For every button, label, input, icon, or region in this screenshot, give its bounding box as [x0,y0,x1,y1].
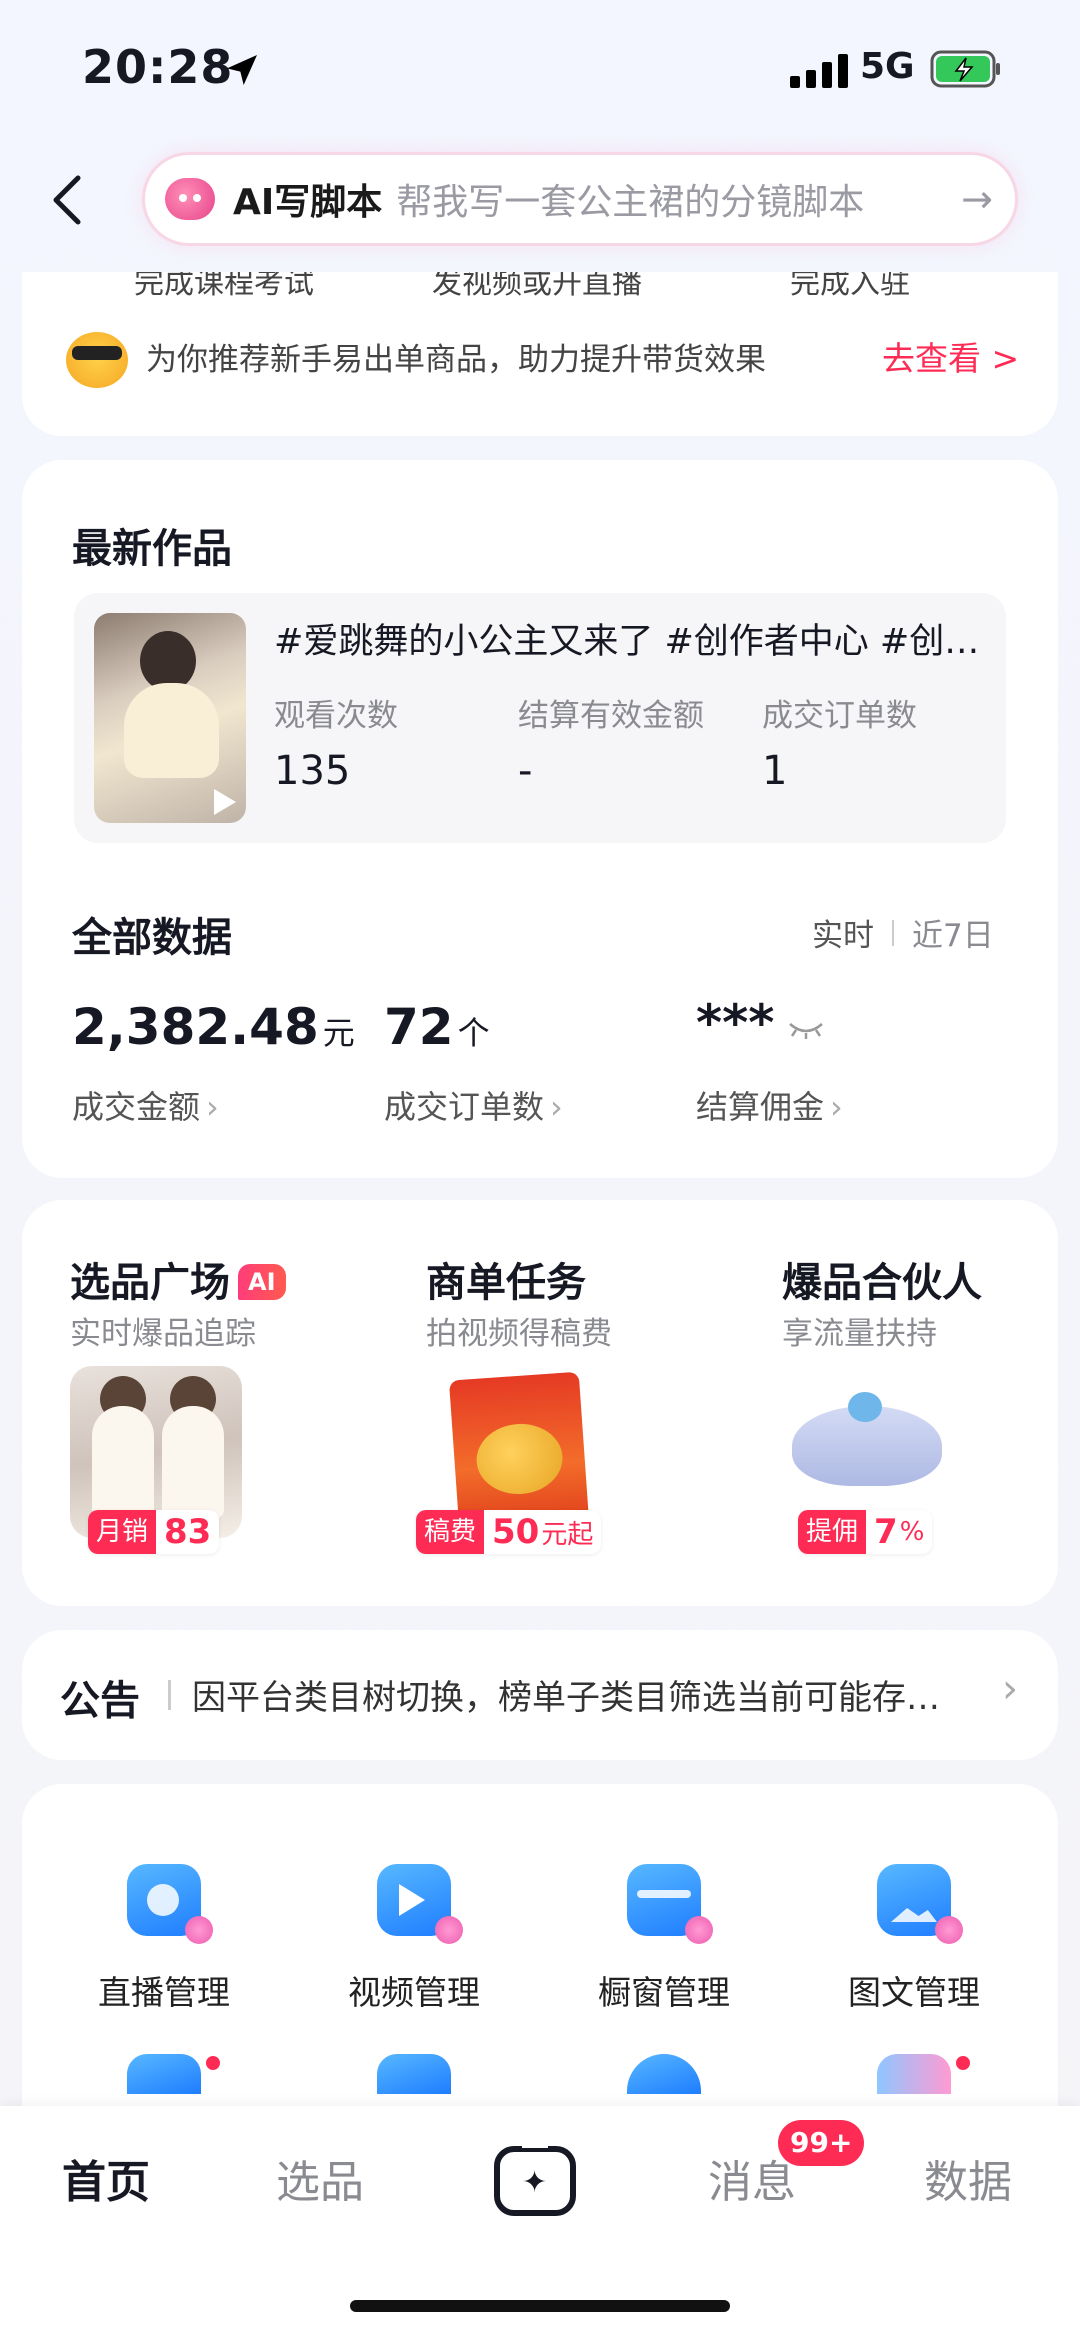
ai-script-search-bar[interactable]: AI写脚本 帮我写一套公主裙的分镜脚本 → [142,152,1018,246]
ai-script-label: AI写脚本 [233,182,383,223]
fee-badge: 稿费 50 元起 [416,1510,602,1554]
play-icon [214,789,236,815]
stat-value: - [518,748,533,794]
tool-icon-partial[interactable] [127,2054,201,2094]
image-text-icon [877,1864,963,1944]
task-item[interactable]: 完成入驻 [790,272,910,302]
ai-assistant-icon [165,178,215,220]
stat-value: 135 [274,748,351,794]
cellular-signal-icon [790,52,848,88]
7day-tab[interactable]: 近7日 [912,910,994,955]
feature-title[interactable]: 商单任务 [426,1250,586,1308]
task-card: 完成课程考试 发视频或开直播 完成入驻 为你推荐新手易出单商品，助力提升带货效果… [22,272,1058,436]
notice-title: 公告 [60,1678,140,1724]
notice-bar[interactable]: 公告 因平台类目树切换，榜单子类目筛选当前可能存在异常 › [22,1630,1058,1760]
tool-icon-partial[interactable] [377,2054,451,2094]
recommend-text: 为你推荐新手易出单商品，助力提升带货效果 [146,342,766,378]
notification-dot [956,2056,970,2070]
feature-title[interactable]: 爆品合伙人 [782,1250,982,1308]
arrow-right-icon: → [961,177,993,221]
status-time: 20:28 [82,40,234,94]
stat-value: 1 [762,748,788,794]
works-data-card: 最新作品 #爱跳舞的小公主又来了 #创作者中心 #创作者中心 观看次数 结算有效… [22,460,1058,1178]
tab-data[interactable]: 数据 [924,2146,1012,2210]
task-item[interactable]: 完成课程考试 [134,272,314,302]
feature-card: 选品广场 AI 商单任务 爆品合伙人 实时爆品追踪 拍视频得稿费 享流量扶持 月销… [22,1200,1058,1606]
latest-works-title: 最新作品 [72,526,232,572]
chevron-right-icon: › [1002,1666,1018,1712]
stat-label: 结算有效金额 [518,698,704,734]
video-play-icon [377,1864,463,1944]
sparkle-icon: ✦ [522,2165,548,2200]
notice-text: 因平台类目树切换，榜单子类目筛选当前可能存在异常 [192,1678,972,1718]
tab-home[interactable]: 首页 [62,2146,150,2210]
realtime-tab[interactable]: 实时 [812,910,874,955]
time-range-toggle: 实时 近7日 [812,910,994,955]
video-thumbnail[interactable] [94,613,246,823]
notification-dot [206,2056,220,2070]
home-indicator [350,2300,730,2312]
sunglasses-face-icon [66,332,128,388]
orders-value: 72 个 [384,998,490,1056]
tool-video-management[interactable]: 视频管理 [314,1864,514,2014]
message-count-badge: 99+ [778,2120,865,2166]
tool-image-text-management[interactable]: 图文管理 [814,1864,1014,2014]
tool-showcase-management[interactable]: 橱窗管理 [564,1864,764,2014]
tab-selection[interactable]: 选品 [276,2146,364,2210]
stat-label: 观看次数 [274,698,398,734]
orders-label[interactable]: 成交订单数 › [384,1082,563,1128]
storefront-icon [627,1864,713,1944]
live-camera-icon [127,1864,213,1944]
commission-value: *** [696,994,775,1052]
location-arrow-icon [227,55,257,85]
network-type: 5G [860,46,915,87]
all-data-title: 全部数据 [72,915,232,961]
gmv-value: 2,382.48 元 [72,998,355,1056]
tool-icon-partial[interactable] [627,2054,701,2094]
commission-label[interactable]: 结算佣金 › [696,1082,843,1128]
feature-subtitle: 拍视频得稿费 [426,1316,612,1352]
task-item[interactable]: 发视频或开直播 [432,272,642,302]
back-chevron-icon[interactable] [48,170,88,230]
gmv-label[interactable]: 成交金额 › [72,1082,219,1128]
view-recommend-link[interactable]: 去查看 > [882,332,1019,380]
sales-badge: 月销 83 [88,1510,220,1554]
ai-tag: AI [238,1264,286,1300]
commission-badge: 提佣 7% [798,1510,933,1554]
create-button[interactable]: ✦ [494,2140,576,2216]
eye-closed-icon[interactable] [786,1018,826,1040]
tool-live-management[interactable]: 直播管理 [64,1864,264,2014]
stat-label: 成交订单数 [762,698,917,734]
ai-script-hint: 帮我写一套公主裙的分镜脚本 [396,182,865,223]
tool-icon-partial[interactable] [877,2054,951,2094]
work-title: #爱跳舞的小公主又来了 #创作者中心 #创作者中心 [274,622,984,662]
feature-subtitle: 享流量扶持 [782,1316,937,1352]
feature-title[interactable]: 选品广场 AI [70,1250,286,1308]
feature-subtitle: 实时爆品追踪 [70,1316,256,1352]
battery-charging-icon [930,50,1000,88]
